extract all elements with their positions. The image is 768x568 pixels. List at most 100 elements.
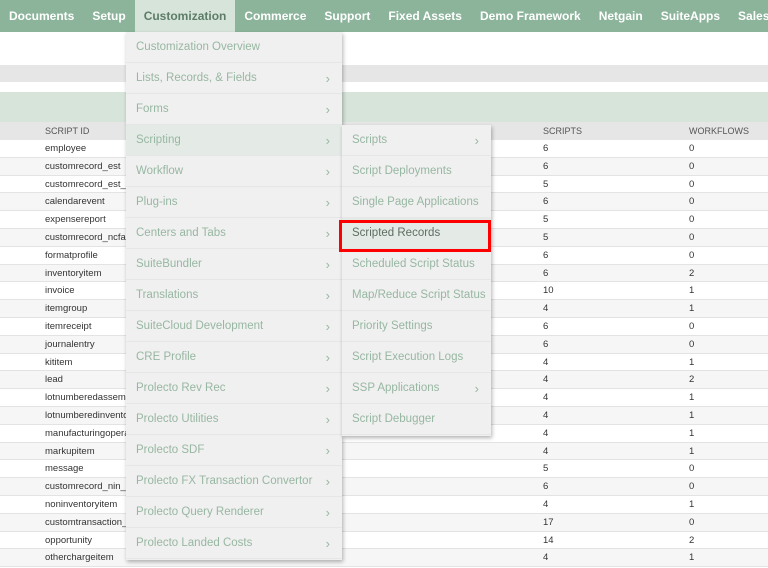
menu-item-suitebundler[interactable]: SuiteBundler ›: [126, 249, 342, 280]
nav-demo-framework[interactable]: Demo Framework: [471, 0, 590, 32]
scripts-cell: 6: [543, 249, 549, 261]
script-id-cell: customrecord_est: [45, 160, 121, 172]
script-id-cell: otherchargeitem: [45, 552, 114, 564]
scripting-submenu: Scripts › Script Deployments Single Page Ap…: [342, 125, 491, 436]
menu-item-prolecto-landed-costs[interactable]: Prolecto Landed Costs ›: [126, 528, 342, 559]
menu-item-label: CRE Profile: [136, 351, 197, 363]
script-id-cell: customrecord_est_s: [45, 178, 131, 190]
nav-support[interactable]: Support: [315, 0, 379, 32]
chevron-right-icon: ›: [325, 412, 330, 427]
menu-item-customization-overview[interactable]: Customization Overview: [126, 32, 342, 63]
nav-netgain[interactable]: Netgain: [590, 0, 652, 32]
script-id-cell: employee: [45, 143, 87, 154]
workflows-cell: 0: [689, 338, 695, 350]
scripts-cell: 4: [543, 392, 549, 404]
menu-item-ssp-applications[interactable]: SSP Applications ›: [342, 373, 491, 404]
menu-item-label: Prolecto FX Transaction Convertor: [136, 475, 313, 487]
script-id-cell: itemgroup: [45, 303, 88, 315]
menu-item-label: Prolecto SDF: [136, 444, 205, 456]
menu-item-label: Script Deployments: [352, 165, 452, 177]
menu-item-workflow[interactable]: Workflow ›: [126, 156, 342, 187]
workflows-cell: 1: [689, 427, 695, 439]
script-id-cell: opportunity: [45, 534, 93, 546]
menu-item-label: Translations: [136, 289, 199, 301]
nav-suiteapps[interactable]: SuiteApps: [652, 0, 729, 32]
scripts-cell: 4: [543, 427, 549, 439]
col-workflows[interactable]: WORKFLOWS: [689, 122, 749, 140]
chevron-right-icon: ›: [325, 288, 330, 303]
menu-item-scripts[interactable]: Scripts ›: [342, 125, 491, 156]
menu-item-label: Script Execution Logs: [352, 351, 464, 363]
menu-item-label: Plug-ins: [136, 196, 178, 208]
menu-item-cre-profile[interactable]: CRE Profile ›: [126, 342, 342, 373]
menu-item-label: Lists, Records, & Fields: [136, 72, 257, 84]
script-id-cell: lotnumberedinventory: [45, 409, 137, 421]
scripts-cell: 6: [543, 196, 549, 208]
scripts-cell: 5: [543, 231, 549, 243]
chevron-right-icon: ›: [325, 474, 330, 489]
nav-commerce[interactable]: Commerce: [235, 0, 315, 32]
menu-item-label: Prolecto Landed Costs: [136, 537, 253, 549]
nav-sales[interactable]: Sales: [729, 0, 768, 32]
menu-item-priority-settings[interactable]: Priority Settings: [342, 311, 491, 342]
customization-menu: Customization Overview Lists, Records, & …: [126, 32, 342, 560]
menu-item-prolecto-rev-rec[interactable]: Prolecto Rev Rec ›: [126, 373, 342, 404]
menu-item-forms[interactable]: Forms ›: [126, 94, 342, 125]
menu-item-prolecto-query-renderer[interactable]: Prolecto Query Renderer ›: [126, 497, 342, 528]
menu-item-centers-and-tabs[interactable]: Centers and Tabs ›: [126, 218, 342, 249]
menu-item-plug-ins[interactable]: Plug-ins ›: [126, 187, 342, 218]
top-nav: Documents Setup Customization Commerce Suppo…: [0, 0, 768, 32]
chevron-right-icon: ›: [325, 164, 330, 179]
menu-item-prolecto-fx-transaction-convertor[interactable]: Prolecto FX Transaction Convertor ›: [126, 466, 342, 497]
menu-item-label: SuiteBundler: [136, 258, 202, 270]
scripts-cell: 6: [543, 338, 549, 350]
menu-item-label: SSP Applications: [352, 382, 440, 394]
menu-item-map-reduce-script-status[interactable]: Map/Reduce Script Status: [342, 280, 491, 311]
menu-item-label: Priority Settings: [352, 320, 433, 332]
scripts-cell: 4: [543, 498, 549, 510]
workflows-cell: 0: [689, 320, 695, 332]
menu-item-prolecto-utilities[interactable]: Prolecto Utilities ›: [126, 404, 342, 435]
script-id-cell: lotnumberedassembly: [45, 392, 138, 404]
menu-item-prolecto-sdf[interactable]: Prolecto SDF ›: [126, 435, 342, 466]
workflows-cell: 2: [689, 267, 695, 279]
menu-item-scripting[interactable]: Scripting ›: [126, 125, 342, 156]
menu-item-script-execution-logs[interactable]: Script Execution Logs: [342, 342, 491, 373]
workflows-cell: 0: [689, 516, 695, 528]
script-id-cell: noninventoryitem: [45, 498, 118, 510]
table-row: otherchargeitem 4 1: [0, 549, 768, 568]
table-row: opportunity 14 2: [0, 532, 768, 550]
menu-item-label: Single Page Applications: [352, 196, 479, 208]
script-id-cell: invoice: [45, 285, 75, 297]
col-scripts[interactable]: SCRIPTS: [543, 122, 582, 140]
scripts-cell: 14: [543, 534, 554, 546]
scripts-cell: 4: [543, 356, 549, 368]
script-id-cell: customrecord_nin_: [45, 481, 126, 493]
chevron-right-icon: ›: [325, 102, 330, 117]
script-id-cell: lead: [45, 374, 63, 386]
table-row: customrecord_nin_ 6 0: [0, 478, 768, 496]
scripts-cell: 6: [543, 267, 549, 279]
nav-setup[interactable]: Setup: [83, 0, 134, 32]
script-id-cell: kititem: [45, 356, 73, 368]
menu-item-suitecloud-development[interactable]: SuiteCloud Development ›: [126, 311, 342, 342]
script-id-cell: customtransaction_: [45, 516, 128, 528]
chevron-right-icon: ›: [325, 257, 330, 272]
menu-item-script-debugger[interactable]: Script Debugger: [342, 404, 491, 435]
scripts-cell: 5: [543, 178, 549, 190]
menu-item-lists-records-fields[interactable]: Lists, Records, & Fields ›: [126, 63, 342, 94]
chevron-right-icon: ›: [325, 226, 330, 241]
menu-item-single-page-applications[interactable]: Single Page Applications: [342, 187, 491, 218]
scripts-cell: 4: [543, 552, 549, 564]
menu-item-translations[interactable]: Translations ›: [126, 280, 342, 311]
nav-customization[interactable]: Customization: [134, 0, 236, 32]
menu-item-script-deployments[interactable]: Script Deployments: [342, 156, 491, 187]
nav-fixed-assets[interactable]: Fixed Assets: [379, 0, 471, 32]
workflows-cell: 0: [689, 463, 695, 475]
nav-documents[interactable]: Documents: [0, 0, 83, 32]
menu-item-scheduled-script-status[interactable]: Scheduled Script Status: [342, 249, 491, 280]
col-script-id[interactable]: SCRIPT ID: [45, 122, 89, 140]
workflows-cell: 1: [689, 303, 695, 315]
workflows-cell: 0: [689, 196, 695, 208]
toolbar-strip: [0, 65, 768, 82]
